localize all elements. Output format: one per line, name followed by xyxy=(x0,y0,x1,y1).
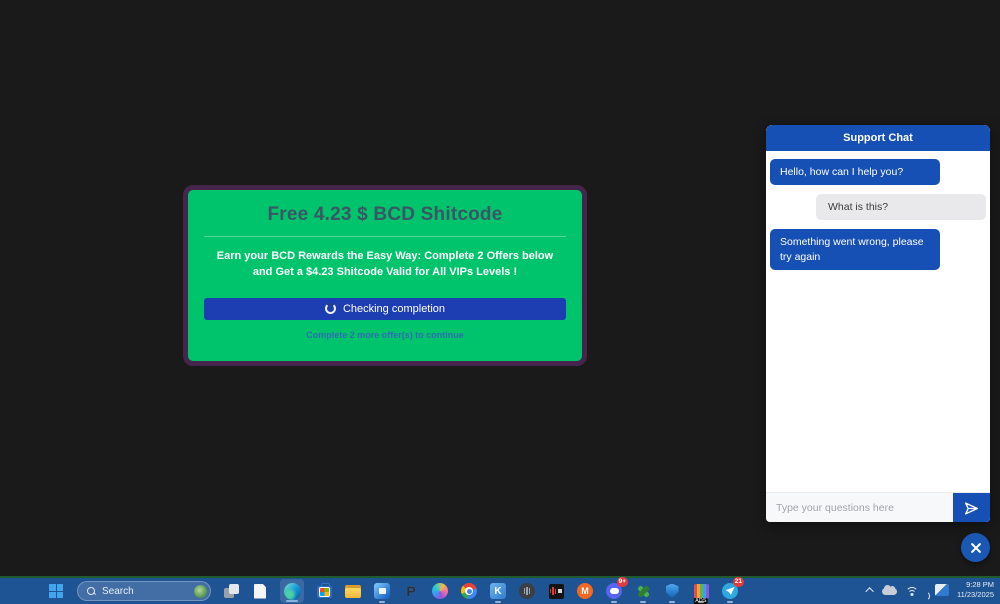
taskbar-item-telegram[interactable]: 21 xyxy=(721,580,739,602)
green-cross-app-icon xyxy=(636,584,651,599)
dark-circle-app-icon xyxy=(519,583,535,599)
offer-title: Free 4.23 $ BCD Shitcode xyxy=(204,204,566,226)
ads-app-icon xyxy=(694,584,709,599)
chat-input-bar xyxy=(766,492,990,522)
chat-send-button[interactable] xyxy=(953,493,990,522)
desktop: Free 4.23 $ BCD Shitcode Earn your BCD R… xyxy=(0,0,1000,604)
checking-completion-label: Checking completion xyxy=(343,303,445,315)
taskbar-item-monero[interactable]: M xyxy=(576,580,594,602)
k-game-icon: K xyxy=(490,583,506,599)
taskbar-item-audio-app[interactable] xyxy=(547,580,565,602)
monero-icon: M xyxy=(577,583,593,599)
taskbar-item-copilot[interactable] xyxy=(431,580,449,602)
offer-divider xyxy=(204,236,566,237)
microsoft-store-icon xyxy=(316,583,332,599)
chat-message-bot: Something went wrong, please try again xyxy=(770,229,940,269)
taskbar-item-discord[interactable]: 9+ xyxy=(605,580,623,602)
search-label: Search xyxy=(102,586,188,597)
tray-app-icon[interactable] xyxy=(935,584,949,596)
task-view-icon xyxy=(224,584,239,598)
taskbar-item-k-game[interactable]: K xyxy=(489,580,507,602)
clock-date: 11/23/2025 xyxy=(957,590,994,600)
task-view-button[interactable] xyxy=(222,580,240,602)
copilot-icon xyxy=(432,583,448,599)
checking-completion-button[interactable]: Checking completion xyxy=(204,298,566,320)
search-icon xyxy=(87,587,96,596)
support-chat-title: Support Chat xyxy=(843,132,913,144)
p-app-icon: P xyxy=(406,583,415,599)
notepad-icon xyxy=(254,584,266,599)
onedrive-cloud-icon[interactable] xyxy=(882,588,897,595)
chrome-icon xyxy=(461,583,477,599)
taskbar-item-blue-cube-app[interactable] xyxy=(373,580,391,602)
start-button[interactable] xyxy=(46,580,66,602)
security-shield-icon xyxy=(666,584,679,599)
taskbar-search-box[interactable]: Search xyxy=(77,581,211,601)
taskbar-item-notepad[interactable] xyxy=(251,580,269,602)
taskbar-item-edge-active[interactable] xyxy=(280,579,304,603)
taskbar-item-ads-app[interactable]: ADS xyxy=(692,580,710,602)
file-explorer-icon xyxy=(345,585,361,598)
hidden-icons-chevron-icon[interactable] xyxy=(865,587,873,595)
audio-wave-icon xyxy=(549,584,564,599)
chat-question-input[interactable] xyxy=(766,493,953,522)
taskbar-item-file-explorer[interactable] xyxy=(344,580,362,602)
taskbar: Search P K M 9+ xyxy=(0,576,1000,604)
taskbar-item-microsoft-store[interactable] xyxy=(315,580,333,602)
taskbar-item-green-app[interactable] xyxy=(634,580,652,602)
chat-message-list: Hello, how can I help you? What is this?… xyxy=(766,151,990,492)
support-chat-header: Support Chat xyxy=(766,125,990,151)
blue-cube-app-icon xyxy=(374,583,390,599)
taskbar-apps: Search P K M 9+ xyxy=(46,579,739,603)
taskbar-item-dark-circle-app[interactable] xyxy=(518,580,536,602)
taskbar-item-windows-security[interactable] xyxy=(663,580,681,602)
ads-app-label: ADS xyxy=(694,598,708,604)
discord-notification-badge: 9+ xyxy=(617,577,628,587)
search-daily-image xyxy=(194,585,207,598)
taskbar-item-p-app[interactable]: P xyxy=(402,580,420,602)
offer-description: Earn your BCD Rewards the Easy Way: Comp… xyxy=(204,249,566,281)
support-chat-panel: Support Chat Hello, how can I help you? … xyxy=(766,125,990,522)
paper-plane-icon xyxy=(963,501,980,516)
loading-spinner-icon xyxy=(325,303,336,314)
offer-footer-note: Complete 2 more offer(s) to continue xyxy=(204,330,566,340)
telegram-notification-badge: 21 xyxy=(733,577,744,587)
chat-close-button[interactable] xyxy=(961,533,990,562)
taskbar-clock[interactable]: 9:28 PM 11/23/2025 xyxy=(957,580,994,600)
chat-message-bot: Hello, how can I help you? xyxy=(770,159,940,185)
chat-message-user: What is this? xyxy=(816,194,986,220)
taskbar-item-chrome[interactable] xyxy=(460,580,478,602)
wifi-icon[interactable] xyxy=(905,585,919,596)
offer-modal: Free 4.23 $ BCD Shitcode Earn your BCD R… xyxy=(183,185,587,366)
edge-icon xyxy=(284,583,301,600)
clock-time: 9:28 PM xyxy=(957,580,994,590)
system-tray: 9:28 PM 11/23/2025 xyxy=(868,576,994,604)
windows-logo-icon xyxy=(49,584,63,598)
